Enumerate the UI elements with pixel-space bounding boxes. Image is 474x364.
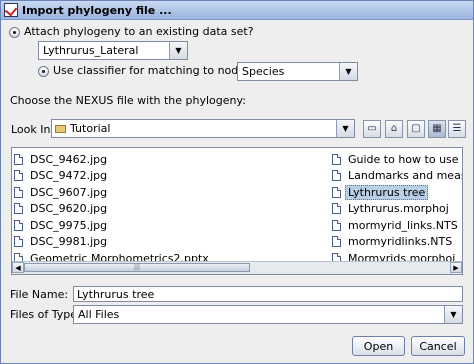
file-name-text: DSC_9607.jpg xyxy=(30,185,108,199)
file-list-item[interactable]: mormyridlinks.NTS xyxy=(332,234,455,250)
scroll-left-icon[interactable]: ◀ xyxy=(12,262,24,273)
file-name-text: Lythrurus tree xyxy=(345,184,429,200)
file-icon xyxy=(14,186,23,198)
cancel-button[interactable]: Cancel xyxy=(411,336,465,356)
chevron-down-icon[interactable]: ▼ xyxy=(169,42,187,59)
scroll-right-icon[interactable]: ▶ xyxy=(450,262,462,273)
files-of-type-select[interactable]: All Files ▼ xyxy=(73,305,463,324)
home-icon: ⌂ xyxy=(390,123,398,134)
file-name-label: File Name: xyxy=(10,288,69,301)
new-folder-icon: ▢ xyxy=(411,123,421,134)
list-view-button[interactable]: ▦ xyxy=(428,120,446,138)
classifier-value: Species xyxy=(242,65,285,78)
file-icon xyxy=(332,236,341,247)
file-name-text: DSC_9981.jpg xyxy=(30,235,108,248)
file-icon xyxy=(14,236,23,247)
file-list-item[interactable]: DSC_9620.jpg xyxy=(14,201,110,217)
look-in-value: Tutorial xyxy=(70,122,111,135)
scroll-thumb[interactable]: ||| xyxy=(24,263,250,272)
file-icon xyxy=(332,170,341,181)
file-icon xyxy=(332,203,341,214)
window-title: Import phylogeny file ... xyxy=(22,3,172,17)
file-name-text: mormyridlinks.NTS xyxy=(348,235,453,248)
file-list-item[interactable]: DSC_9981.jpg xyxy=(14,234,110,250)
folder-icon xyxy=(55,124,66,133)
file-list[interactable]: DSC_9462.jpg DSC_9472.jpg DSC_9607.jpg DSC_… xyxy=(11,147,463,275)
classifier-radio[interactable] xyxy=(38,66,49,77)
file-list-item[interactable]: Landmarks and measurem... xyxy=(332,168,462,184)
attach-label: Attach phylogeny to an existing data set… xyxy=(24,25,254,38)
file-name-text: DSC_9620.jpg xyxy=(30,202,108,215)
look-in-select[interactable]: Tutorial ▼ xyxy=(51,119,355,138)
file-name-input[interactable]: Lythrurus tree xyxy=(73,286,463,302)
file-list-item[interactable]: Guide to how to use morph... xyxy=(332,151,462,167)
file-name-text: Lythrurus.morphoj xyxy=(348,202,449,215)
file-icon xyxy=(14,203,23,214)
file-list-item[interactable]: mormyrid_links.NTS xyxy=(332,217,461,233)
look-in-label: Look In: xyxy=(11,123,55,136)
up-folder-button[interactable]: ▭ xyxy=(363,120,381,138)
files-of-type-value: All Files xyxy=(78,308,120,321)
chevron-down-icon[interactable]: ▼ xyxy=(339,63,357,80)
file-list-item[interactable]: DSC_9607.jpg xyxy=(14,184,110,200)
file-list-item[interactable]: DSC_9472.jpg xyxy=(14,168,110,184)
title-bar[interactable]: Import phylogeny file ... xyxy=(1,1,473,20)
home-button[interactable]: ⌂ xyxy=(385,120,403,138)
files-of-type-label: Files of Type: xyxy=(10,308,81,321)
file-icon xyxy=(332,153,341,165)
file-name-text: mormyrid_links.NTS xyxy=(348,218,458,232)
file-list-item[interactable]: Lythrurus.morphoj xyxy=(332,201,452,217)
new-folder-button[interactable]: ▢ xyxy=(407,120,425,138)
file-list-item[interactable]: DSC_9975.jpg xyxy=(14,217,110,233)
chevron-down-icon[interactable]: ▼ xyxy=(336,120,354,137)
file-icon xyxy=(332,186,341,198)
attach-radio[interactable] xyxy=(9,27,20,38)
file-icon xyxy=(14,153,23,165)
dataset-select[interactable]: Lythrurus_Lateral ▼ xyxy=(38,41,188,60)
file-list-item[interactable]: Lythrurus tree xyxy=(332,184,429,200)
file-name-text: DSC_9975.jpg xyxy=(30,218,108,232)
file-name-text: DSC_9462.jpg xyxy=(30,152,108,166)
choose-label: Choose the NEXUS file with the phylogeny… xyxy=(10,94,246,107)
file-icon xyxy=(14,170,23,181)
file-icon xyxy=(332,219,341,231)
file-name-text: DSC_9472.jpg xyxy=(30,169,108,182)
chevron-down-icon[interactable]: ▼ xyxy=(444,306,462,323)
file-name-text: Guide to how to use morph... xyxy=(348,152,462,166)
file-icon xyxy=(14,219,23,231)
up-folder-icon: ▭ xyxy=(367,123,377,134)
open-button[interactable]: Open xyxy=(352,336,405,356)
dataset-value: Lythrurus_Lateral xyxy=(43,44,139,57)
details-view-button[interactable]: ☰ xyxy=(448,120,466,138)
file-list-item[interactable]: DSC_9462.jpg xyxy=(14,151,110,167)
dialog-window: Import phylogeny file ... Attach phyloge… xyxy=(0,0,474,364)
file-name-text: Landmarks and measurem... xyxy=(348,169,462,182)
app-icon xyxy=(4,3,18,17)
classifier-select[interactable]: Species ▼ xyxy=(237,62,358,81)
horizontal-scrollbar[interactable]: ◀ ||| ▶ xyxy=(12,261,462,274)
details-view-icon: ☰ xyxy=(452,123,462,134)
list-view-icon: ▦ xyxy=(432,123,442,134)
